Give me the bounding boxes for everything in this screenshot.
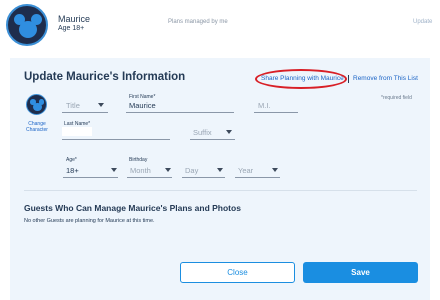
suffix-select[interactable]: Suffix — [193, 128, 212, 137]
link-separator — [348, 75, 349, 83]
title-select[interactable]: Title — [66, 101, 80, 110]
birthday-day-select[interactable]: Day — [185, 166, 198, 175]
chevron-down-icon — [226, 130, 232, 134]
required-field-note: *required field — [381, 95, 412, 101]
chevron-down-icon — [165, 168, 171, 172]
birthday-label: Birthday — [129, 157, 148, 163]
first-name-input[interactable]: Maurice — [129, 101, 156, 110]
suffix-underline — [190, 139, 235, 140]
middle-initial-input[interactable]: M.I. — [258, 101, 271, 110]
last-name-underline — [62, 139, 170, 140]
title-underline — [62, 112, 108, 113]
middle-initial-underline — [254, 112, 298, 113]
close-button[interactable]: Close — [180, 262, 295, 283]
update-link[interactable]: Update — [413, 19, 432, 25]
profile-header: Maurice Age 18+ Plans managed by me Upda… — [0, 0, 440, 50]
section-divider — [24, 190, 417, 191]
day-underline — [182, 177, 225, 178]
age-underline — [63, 177, 118, 178]
age-select[interactable]: 18+ — [66, 166, 79, 175]
guests-section-title: Guests Who Can Manage Maurice's Plans an… — [24, 203, 241, 213]
plans-managed-label: Plans managed by me — [168, 19, 228, 25]
save-button[interactable]: Save — [303, 262, 418, 283]
change-character-link[interactable]: Change Character — [22, 121, 52, 133]
highlight-circle — [255, 69, 347, 89]
profile-age: Age 18+ — [58, 25, 85, 32]
first-name-underline — [126, 112, 234, 113]
remove-from-list-link[interactable]: Remove from This List — [353, 75, 418, 82]
profile-name: Maurice — [58, 14, 91, 24]
birthday-month-select[interactable]: Month — [130, 166, 151, 175]
avatar[interactable] — [6, 4, 48, 46]
guests-empty-note: No other Guests are planning for Maurice… — [24, 218, 155, 224]
mickey-icon — [30, 99, 44, 111]
year-underline — [235, 177, 280, 178]
chevron-down-icon — [98, 103, 104, 107]
chevron-down-icon — [272, 168, 278, 172]
page-title: Update Maurice's Information — [24, 71, 186, 83]
character-avatar[interactable] — [26, 94, 47, 115]
month-underline — [127, 177, 172, 178]
mickey-icon — [14, 14, 42, 38]
age-label: Age* — [66, 157, 77, 163]
first-name-label: First Name* — [129, 94, 156, 100]
chevron-down-icon — [111, 168, 117, 172]
birthday-year-select[interactable]: Year — [238, 166, 253, 175]
last-name-input[interactable] — [62, 127, 92, 136]
chevron-down-icon — [217, 168, 223, 172]
